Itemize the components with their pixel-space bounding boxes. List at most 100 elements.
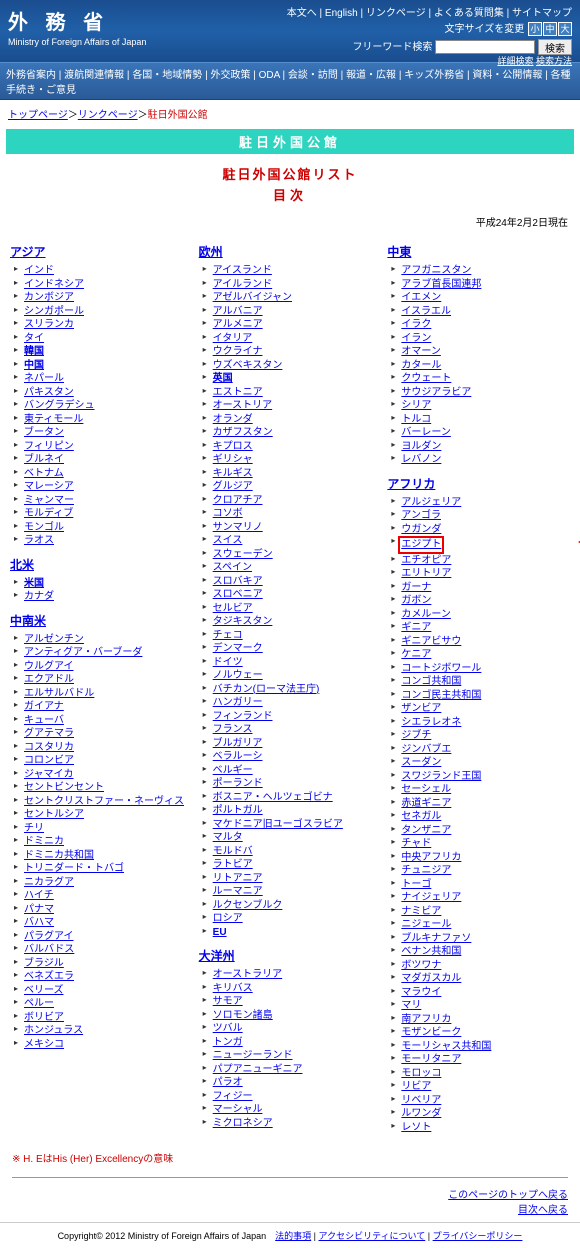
country-link[interactable]: フランス — [213, 724, 253, 735]
country-link[interactable]: オランダ — [213, 414, 253, 425]
country-link[interactable]: マダガスカル — [401, 973, 461, 984]
breadcrumb-link[interactable]: トップページ — [8, 110, 68, 121]
breadcrumb-link[interactable]: リンクページ — [78, 110, 138, 121]
country-link[interactable]: 東ティモール — [24, 414, 83, 425]
country-link[interactable]: チェコ — [213, 630, 243, 641]
country-link[interactable]: サンマリノ — [213, 522, 263, 533]
country-link[interactable]: グルジア — [213, 481, 253, 492]
country-link[interactable]: ハンガリー — [213, 697, 263, 708]
country-link[interactable]: ニカラグア — [24, 877, 74, 888]
country-link[interactable]: 英国 — [213, 373, 233, 384]
country-link[interactable]: アルバニア — [213, 306, 263, 317]
country-link[interactable]: オーストラリア — [213, 969, 283, 980]
country-link[interactable]: ハイチ — [24, 890, 54, 901]
nav-item[interactable]: 報道・広報 — [346, 70, 396, 81]
country-link[interactable]: バルバドス — [24, 944, 74, 955]
country-link[interactable]: リビア — [401, 1081, 431, 1092]
country-link[interactable]: タンザニア — [401, 825, 451, 836]
back-link[interactable]: 目次へ戻る — [518, 1205, 568, 1216]
country-link[interactable]: アルメニア — [213, 319, 263, 330]
country-link[interactable]: レソト — [401, 1122, 431, 1133]
country-link[interactable]: モルディブ — [24, 508, 73, 519]
country-link[interactable]: マーシャル — [213, 1104, 263, 1115]
country-link[interactable]: パナマ — [24, 904, 54, 915]
country-link[interactable]: ウクライナ — [213, 346, 263, 357]
search-input[interactable] — [435, 40, 535, 54]
country-link[interactable]: トルコ — [401, 414, 431, 425]
region-heading-eu[interactable]: 欧州 — [199, 243, 382, 260]
country-link[interactable]: コスタリカ — [24, 742, 74, 753]
country-link[interactable]: ベラルーシ — [213, 751, 263, 762]
nav-item[interactable]: ODA — [259, 70, 280, 81]
country-link[interactable]: キリバス — [213, 983, 253, 994]
country-link[interactable]: パキスタン — [24, 387, 74, 398]
country-link[interactable]: トンガ — [213, 1037, 243, 1048]
country-link[interactable]: 中国 — [24, 360, 44, 371]
country-link[interactable]: アルジェリア — [401, 497, 461, 508]
utility-link[interactable]: 本文へ — [287, 8, 317, 19]
country-link[interactable]: イタリア — [213, 333, 253, 344]
country-link[interactable]: チュニジア — [401, 865, 451, 876]
country-link[interactable]: フィンランド — [213, 711, 273, 722]
country-link[interactable]: ブータン — [24, 427, 64, 438]
country-link[interactable]: 韓国 — [24, 346, 44, 357]
country-link[interactable]: リベリア — [401, 1095, 441, 1106]
back-link[interactable]: このページのトップへ戻る — [448, 1190, 568, 1201]
country-link[interactable]: モロッコ — [401, 1068, 441, 1079]
country-link[interactable]: ネパール — [24, 373, 64, 384]
country-link[interactable]: タジキスタン — [213, 616, 273, 627]
country-link[interactable]: カメルーン — [401, 609, 451, 620]
country-link[interactable]: イラン — [401, 333, 431, 344]
font-size-button[interactable]: 小 — [528, 22, 542, 36]
country-link[interactable]: クウェート — [401, 373, 451, 384]
country-link[interactable]: オーストリア — [213, 400, 273, 411]
country-link[interactable]: ボツワナ — [401, 960, 441, 971]
country-link[interactable]: フィリピン — [24, 441, 74, 452]
country-link[interactable]: モーリシャス共和国 — [401, 1041, 491, 1052]
country-link[interactable]: カザフスタン — [213, 427, 273, 438]
country-link[interactable]: ニュージーランド — [213, 1050, 293, 1061]
country-link[interactable]: エクアドル — [24, 674, 74, 685]
country-link[interactable]: ホンジュラス — [24, 1025, 83, 1036]
nav-item[interactable]: 渡航関連情報 — [64, 70, 124, 81]
country-link[interactable]: グアテマラ — [24, 728, 74, 739]
country-link[interactable]: マラウイ — [401, 987, 441, 998]
country-link[interactable]: カタール — [401, 360, 441, 371]
country-link[interactable]: オマーン — [401, 346, 441, 357]
country-link[interactable]: パラオ — [213, 1077, 243, 1088]
country-link[interactable]: カンボジア — [24, 292, 74, 303]
country-link[interactable]: ノルウェー — [213, 670, 263, 681]
search-button[interactable]: 検索 — [538, 39, 572, 55]
country-link[interactable]: 赤道ギニア — [401, 798, 451, 809]
country-link[interactable]: シンガポール — [24, 306, 84, 317]
search-sublink[interactable]: 検索方法 — [536, 56, 572, 66]
country-link[interactable]: アイルランド — [213, 279, 273, 290]
country-link[interactable]: ギニアビサウ — [401, 636, 461, 647]
country-link[interactable]: ミクロネシア — [213, 1118, 273, 1129]
country-link[interactable]: パプアニューギニア — [213, 1064, 303, 1075]
country-link[interactable]: ポルトガル — [213, 805, 263, 816]
country-link[interactable]: チャド — [401, 838, 431, 849]
country-link[interactable]: エチオピア — [401, 555, 451, 566]
country-link[interactable]: ボリビア — [24, 1012, 64, 1023]
country-link[interactable]: セーシェル — [401, 784, 451, 795]
country-link[interactable]: クロアチア — [213, 495, 263, 506]
country-link[interactable]: ガボン — [401, 595, 431, 606]
country-link[interactable]: フィジー — [213, 1091, 253, 1102]
country-link[interactable]: ブルガリア — [213, 738, 263, 749]
region-heading-la[interactable]: 中南米 — [10, 612, 193, 629]
country-link[interactable]: モンゴル — [24, 522, 64, 533]
country-link[interactable]: モーリタニア — [401, 1054, 461, 1065]
country-link[interactable]: アゼルバイジャン — [213, 292, 292, 303]
font-size-button[interactable]: 大 — [558, 22, 572, 36]
country-link[interactable]: ザンビア — [401, 703, 441, 714]
country-link[interactable]: トリニダード・トバゴ — [24, 863, 124, 874]
country-link[interactable]: スロベニア — [213, 589, 263, 600]
country-link[interactable]: イスラエル — [401, 306, 451, 317]
country-link[interactable]: アンティグア・バーブーダ — [24, 647, 142, 658]
country-link[interactable]: ロシア — [213, 913, 243, 924]
country-link[interactable]: スワジランド王国 — [401, 771, 481, 782]
footer-link[interactable]: プライバシーポリシー — [433, 1231, 523, 1241]
country-link[interactable]: アルゼンチン — [24, 634, 84, 645]
country-link[interactable]: コソボ — [213, 508, 243, 519]
